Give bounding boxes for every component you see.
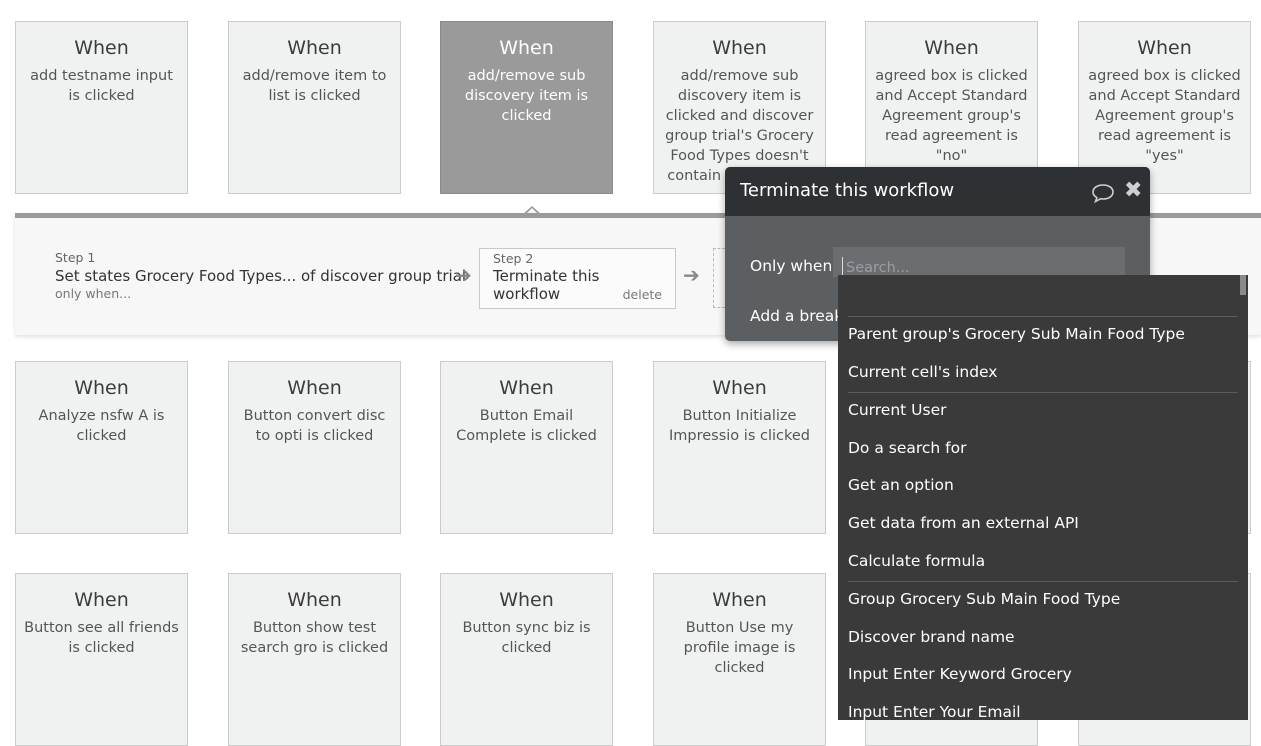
expression-suggestions-dropdown[interactable]: Parent group's Grocery Sub Main Food Typ… — [838, 275, 1248, 720]
event-card[interactable]: When Button sync biz is clicked — [440, 573, 613, 746]
event-card-when: When — [74, 377, 129, 399]
event-card-when: When — [712, 37, 767, 59]
arrow-right-icon: ➔ — [455, 263, 472, 287]
step-2-label: Step 2 — [493, 251, 534, 266]
dropdown-scrollbar[interactable] — [1240, 275, 1246, 295]
dropdown-option[interactable]: Current User — [848, 401, 946, 419]
only-when-label: Only when — [750, 257, 833, 275]
event-card[interactable]: When Button Use my profile image is click… — [653, 573, 826, 746]
event-card-description: Button convert disc to opti is clicked — [243, 408, 386, 444]
event-card-description: Button sync biz is clicked — [462, 620, 591, 656]
dropdown-separator — [848, 581, 1238, 583]
event-card[interactable]: When Button Initialize Impressio is click… — [653, 361, 826, 534]
event-card-when: When — [287, 37, 342, 59]
event-card-description: add/remove sub discovery item is clicked — [464, 68, 589, 124]
event-card-when: When — [287, 589, 342, 611]
dropdown-option[interactable]: Get an option — [848, 476, 954, 494]
event-card-description: Button Initialize Impressio is clicked — [669, 408, 810, 444]
property-editor-header[interactable]: Terminate this workflow ✖ — [725, 167, 1150, 216]
dropdown-separator — [848, 316, 1238, 317]
event-card-when: When — [924, 37, 979, 59]
event-card[interactable]: When Button convert disc to opti is click… — [228, 361, 401, 534]
dropdown-option[interactable]: Calculate formula — [848, 552, 985, 570]
event-card-when: When — [499, 37, 554, 59]
dropdown-option[interactable]: Input Enter Your Email — [848, 703, 1021, 720]
event-card-description: Button see all friends is clicked — [24, 620, 179, 656]
event-card[interactable]: When add testname input is clicked — [15, 21, 188, 194]
event-card-description: add/remove item to list is clicked — [242, 68, 387, 104]
event-card-description: agreed box is clicked and Accept Standar… — [875, 68, 1028, 164]
arrow-right-icon: ➔ — [683, 263, 700, 287]
event-card[interactable]: When Button show test search gro is click… — [228, 573, 401, 746]
dropdown-separator — [848, 392, 1238, 394]
dropdown-option[interactable]: Get data from an external API — [848, 514, 1079, 532]
dropdown-option[interactable]: Discover brand name — [848, 628, 1015, 646]
event-card[interactable]: When Button Email Complete is clicked — [440, 361, 613, 534]
dropdown-option[interactable]: Current cell's index — [848, 363, 997, 381]
dropdown-option[interactable]: Parent group's Grocery Sub Main Food Typ… — [848, 325, 1185, 343]
event-card-description: Button show test search gro is clicked — [240, 620, 389, 656]
close-icon[interactable]: ✖ — [1124, 179, 1142, 203]
event-card-description: Analyze nsfw A is clicked — [38, 408, 165, 444]
event-card-when: When — [712, 377, 767, 399]
event-card-description: add testname input is clicked — [30, 68, 173, 104]
event-card-description: Button Email Complete is clicked — [456, 408, 597, 444]
event-card-when: When — [74, 589, 129, 611]
dropdown-option[interactable]: Group Grocery Sub Main Food Type — [848, 590, 1120, 608]
event-card[interactable]: When add/remove item to list is clicked — [228, 21, 401, 194]
step-1-label: Step 1 — [55, 250, 96, 265]
event-card-when: When — [1137, 37, 1192, 59]
dropdown-option[interactable]: Do a search for — [848, 439, 967, 457]
event-card-when: When — [499, 589, 554, 611]
event-card-when: When — [287, 377, 342, 399]
step-1-title[interactable]: Set states Grocery Food Types... of disc… — [55, 267, 466, 285]
step-2-delete-link[interactable]: delete — [623, 287, 662, 302]
event-card-when: When — [712, 589, 767, 611]
event-card-when: When — [499, 377, 554, 399]
step-1-condition[interactable]: only when... — [55, 286, 466, 301]
step-1[interactable]: Step 1 Set states Grocery Food Types... … — [55, 250, 466, 301]
property-editor-title: Terminate this workflow — [740, 180, 955, 201]
event-card[interactable]: When add/remove sub discovery item is cli… — [440, 21, 613, 194]
event-card-description: Button Use my profile image is clicked — [683, 620, 796, 676]
comment-icon[interactable] — [1091, 183, 1115, 203]
event-card[interactable]: When Analyze nsfw A is clicked — [15, 361, 188, 534]
event-card-description: agreed box is clicked and Accept Standar… — [1088, 68, 1241, 164]
dropdown-option[interactable]: Input Enter Keyword Grocery — [848, 665, 1072, 683]
event-card[interactable]: When Button see all friends is clicked — [15, 573, 188, 746]
event-card-when: When — [74, 37, 129, 59]
step-2[interactable]: Step 2 Terminate this workflow delete — [479, 248, 676, 309]
